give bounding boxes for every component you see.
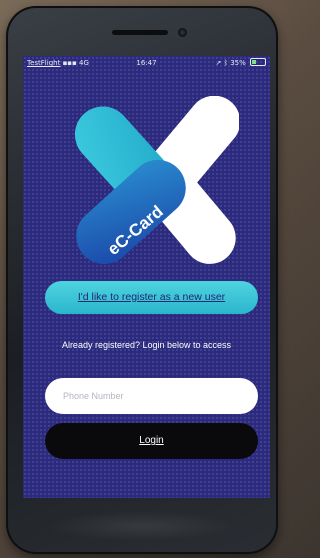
login-prompt: Already registered? Login below to acces… [61,340,232,350]
register-button[interactable]: I'd like to register as a new user [45,281,258,314]
status-bar: TestFlight ▪▪▪ 4G 16:47 ➚ ᛒ 35% [23,56,270,70]
battery-icon [250,58,266,66]
status-right: ➚ ᛒ 35% [216,56,266,70]
home-area [46,511,236,541]
location-icon: ➚ [215,59,222,67]
battery-percent: 35% [230,59,246,67]
phone-number-input[interactable] [45,378,258,414]
ec-card-logo: eC-Card [74,96,239,265]
battery-fill [252,60,257,64]
front-camera [178,28,187,37]
phone-frame: TestFlight ▪▪▪ 4G 16:47 ➚ ᛒ 35% eC-Card … [6,6,278,554]
app-screen: TestFlight ▪▪▪ 4G 16:47 ➚ ᛒ 35% eC-Card … [23,56,270,498]
login-button[interactable]: Login [45,423,258,459]
bluetooth-icon: ᛒ [223,59,228,67]
speaker-grille [112,30,168,35]
